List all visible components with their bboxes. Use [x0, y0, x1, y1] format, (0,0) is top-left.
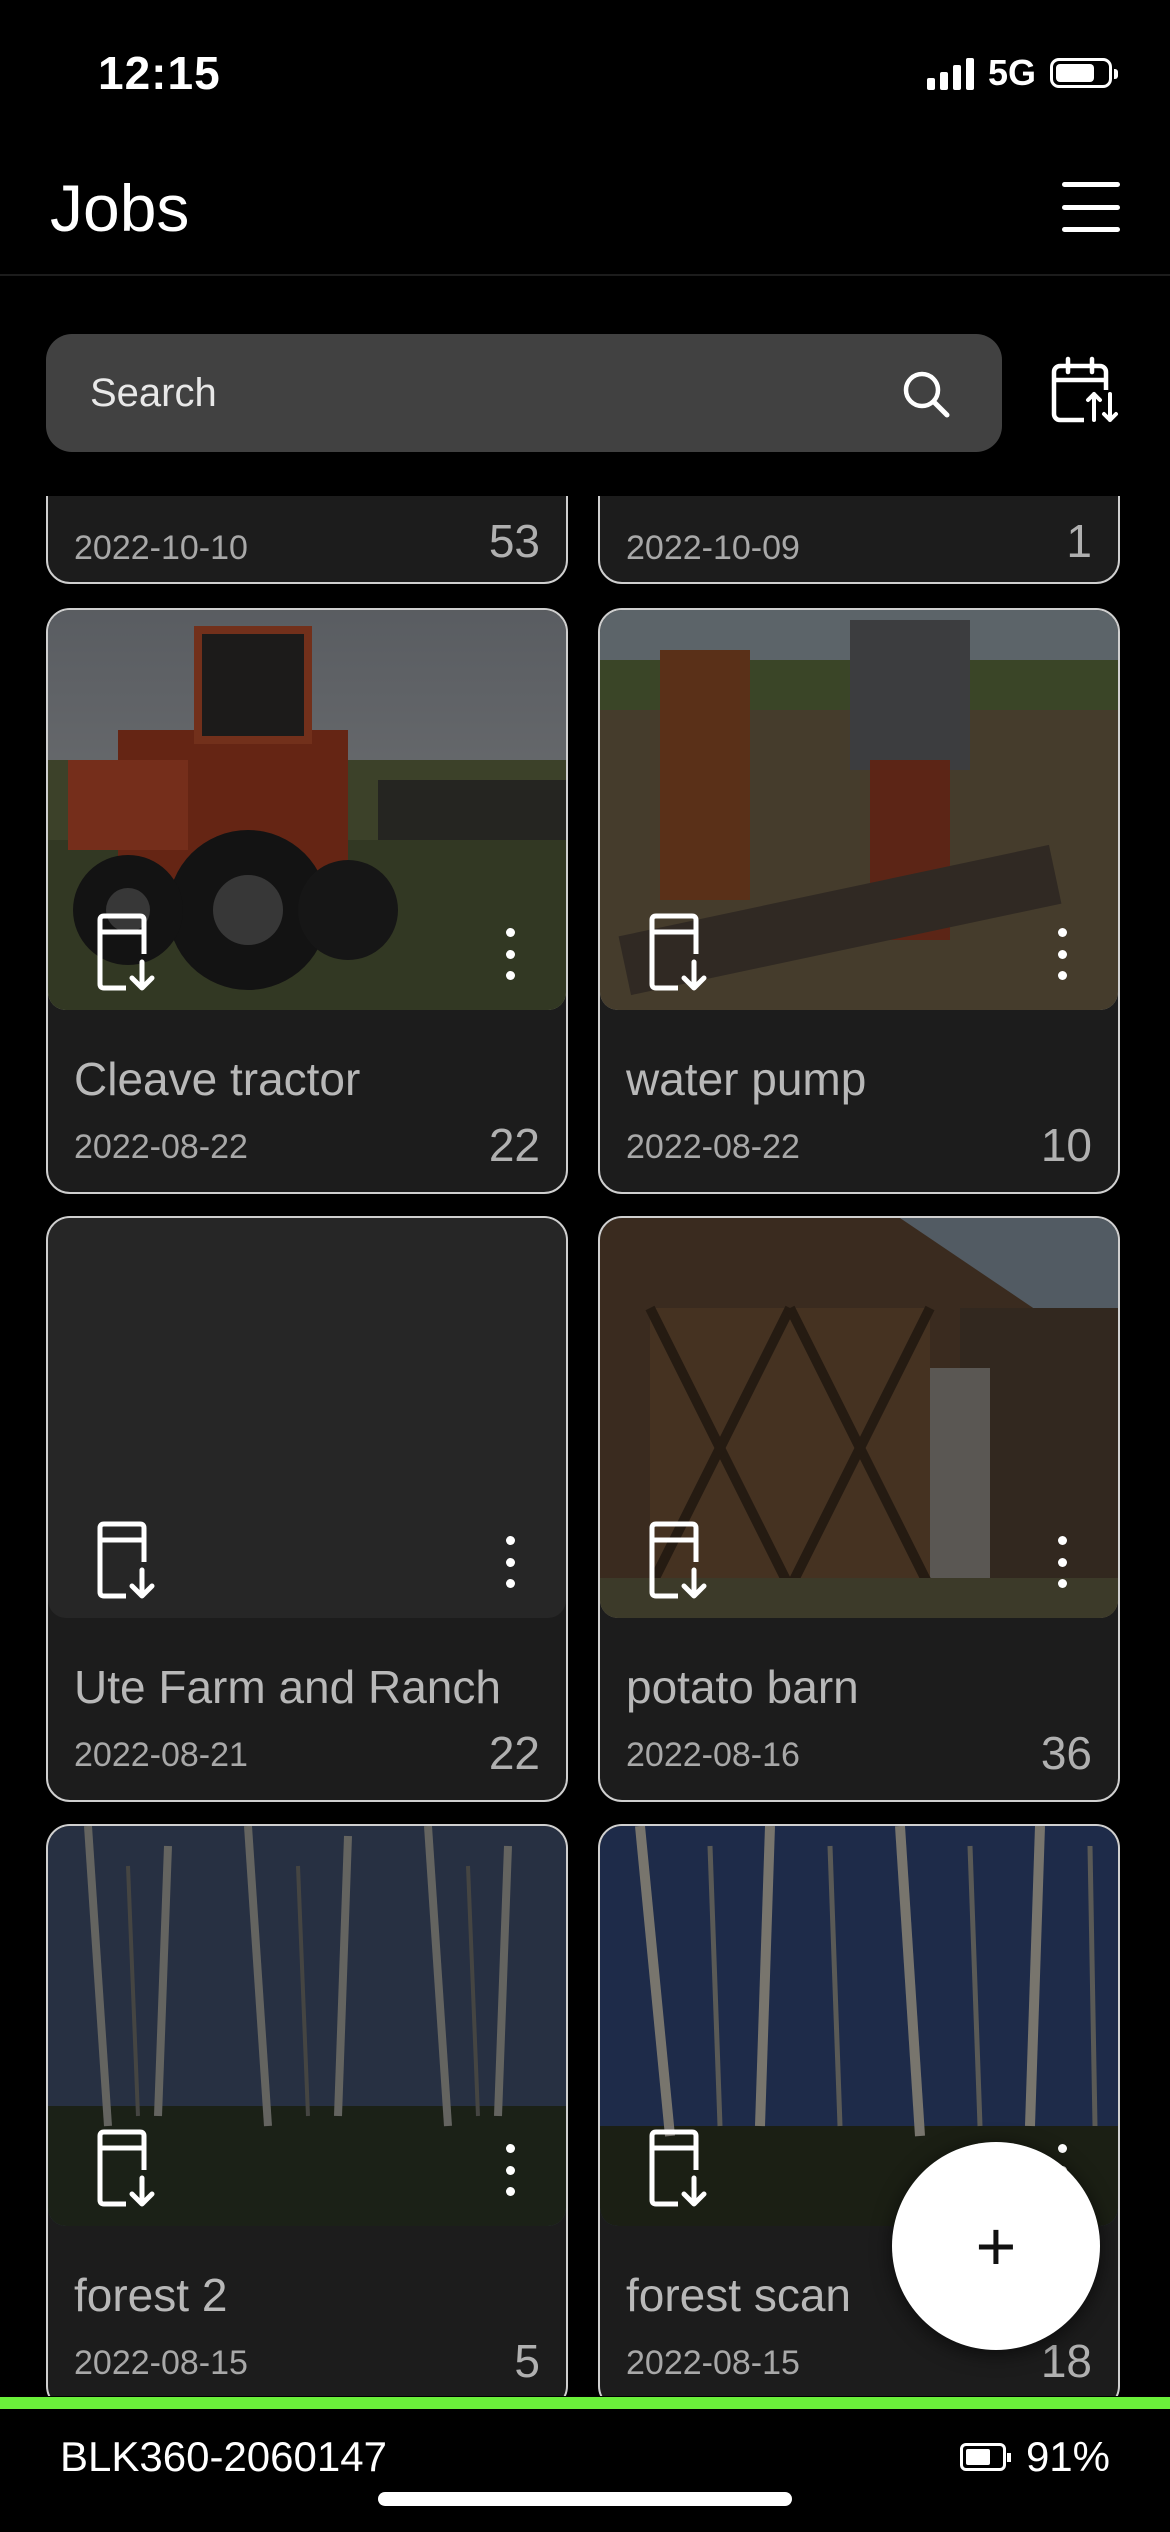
job-card[interactable]: potato barn 2022-08-16 36	[598, 1216, 1120, 1802]
job-date: 2022-08-16	[626, 1736, 800, 1774]
battery-icon	[959, 2443, 1011, 2471]
job-count: 10	[1040, 1119, 1092, 1171]
download-icon[interactable]	[96, 912, 158, 992]
job-count: 53	[488, 515, 540, 567]
job-title: Ute Farm and Ranch	[74, 1661, 501, 1713]
job-title: potato barn	[626, 1661, 859, 1713]
download-icon[interactable]	[648, 912, 710, 992]
job-date: 2022-08-21	[74, 1736, 248, 1774]
download-icon[interactable]	[648, 1520, 710, 1600]
add-job-button[interactable]: +	[892, 2142, 1100, 2350]
job-card[interactable]: forest 2 2022-08-15 5	[46, 1824, 568, 2396]
job-title: forest 2	[74, 2269, 228, 2321]
jobs-grid: 2022-10-10 53 2022-10-09 1 Cleave tracto…	[0, 496, 1170, 2396]
job-card-partial[interactable]: 2022-10-10 53	[46, 496, 568, 584]
plus-icon: +	[975, 2207, 1017, 2285]
app-header: Jobs	[0, 140, 1170, 276]
download-icon[interactable]	[96, 1520, 158, 1600]
more-vertical-icon[interactable]	[1054, 1536, 1070, 1588]
job-card[interactable]: Ute Farm and Ranch 2022-08-21 22	[46, 1216, 568, 1802]
menu-icon[interactable]	[1062, 182, 1120, 232]
status-time: 12:15	[98, 47, 221, 99]
signal-icon	[926, 56, 974, 90]
download-icon[interactable]	[648, 2128, 710, 2208]
job-card[interactable]: Cleave tractor 2022-08-22 22	[46, 608, 568, 1194]
connection-status-bar	[0, 2397, 1170, 2409]
status-indicators: 5G	[926, 52, 1118, 94]
more-vertical-icon[interactable]	[1054, 928, 1070, 980]
download-icon[interactable]	[96, 2128, 158, 2208]
job-date: 2022-10-10	[74, 529, 248, 567]
device-status-bar: BLK360-2060147 91%	[0, 2409, 1170, 2532]
device-battery-level: 91%	[1025, 2433, 1110, 2480]
job-date: 2022-08-15	[74, 2344, 248, 2382]
job-date: 2022-08-22	[626, 1128, 800, 1166]
page-title: Jobs	[50, 171, 190, 245]
device-name: BLK360-2060147	[60, 2433, 387, 2480]
job-card[interactable]: water pump 2022-08-22 10	[598, 608, 1120, 1194]
calendar-sort-icon[interactable]	[1050, 356, 1120, 428]
status-bar: 12:15 5G	[0, 0, 1170, 140]
job-title: water pump	[626, 1053, 867, 1105]
job-date: 2022-08-15	[626, 2344, 800, 2382]
job-date: 2022-08-22	[74, 1128, 248, 1166]
network-label: 5G	[987, 52, 1036, 93]
search-bar[interactable]	[46, 334, 1002, 452]
job-title: forest scan	[626, 2269, 851, 2321]
home-indicator[interactable]	[378, 2492, 792, 2506]
search-input[interactable]	[90, 334, 870, 452]
job-count: 36	[1040, 1727, 1092, 1779]
job-count: 18	[1040, 2335, 1092, 2387]
more-vertical-icon[interactable]	[502, 1536, 518, 1588]
job-count: 22	[488, 1119, 540, 1171]
battery-icon	[1050, 58, 1118, 88]
job-date: 2022-10-09	[626, 529, 800, 567]
job-count: 22	[488, 1727, 540, 1779]
job-title: Cleave tractor	[74, 1053, 361, 1105]
more-vertical-icon[interactable]	[502, 2144, 518, 2196]
search-icon[interactable]	[900, 368, 952, 420]
job-count: 5	[514, 2335, 540, 2387]
device-battery: 91%	[959, 2433, 1110, 2481]
job-count: 1	[1066, 515, 1092, 567]
job-card-partial[interactable]: 2022-10-09 1	[598, 496, 1120, 584]
more-vertical-icon[interactable]	[502, 928, 518, 980]
